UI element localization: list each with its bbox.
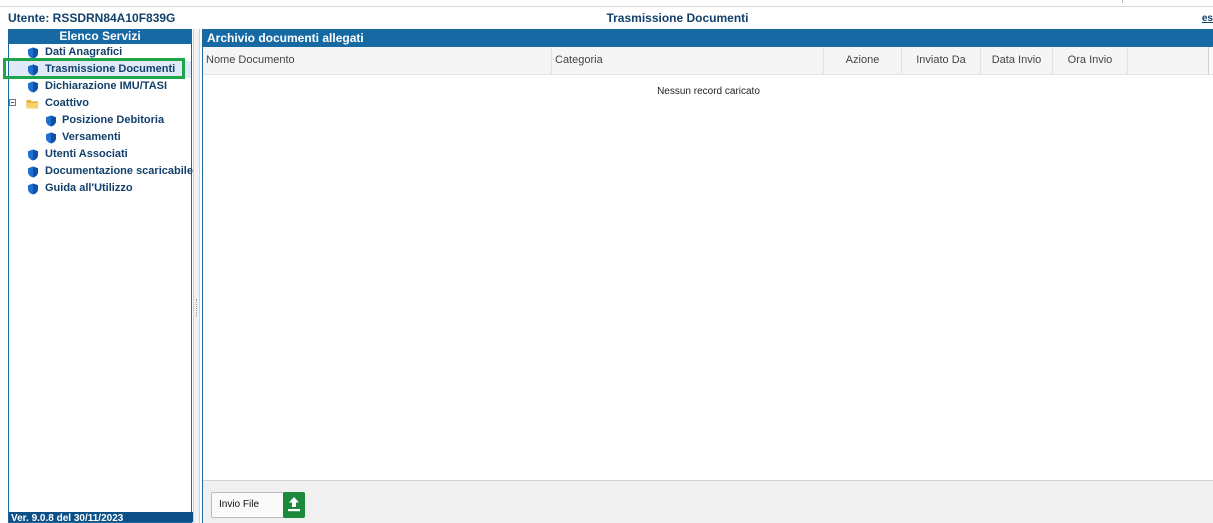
top-divider [0,6,1213,7]
shield-icon [28,81,38,93]
collapse-toggle-icon[interactable] [9,99,16,106]
sidebar: Elenco Servizi Dati Anagrafici Trasmissi… [3,29,193,523]
sidebar-item-label: Trasmissione Documenti [45,63,176,75]
sidebar-item-label: Versamenti [62,131,121,143]
service-menu: Dati Anagrafici Trasmissione Documenti D… [3,44,193,197]
shield-icon [28,183,38,195]
shield-icon [28,64,38,76]
upload-button-label: Invio File [219,499,260,510]
top-tick [1122,0,1123,3]
shield-icon [28,47,38,59]
sidebar-item-documentazione-scaricabile[interactable]: Documentazione scaricabile [9,163,193,180]
sidebar-item-label: Documentazione scaricabile [45,165,193,177]
sidebar-item-label: Dichiarazione IMU/TASI [45,80,168,92]
sidebar-item-label: Posizione Debitoria [62,114,165,126]
sidebar-item-label: Utenti Associati [45,148,128,160]
sidebar-item-label: Guida all'Utilizzo [45,182,133,194]
shield-icon [46,132,56,144]
top-bar: Utente: RSSDRN84A10F839G Trasmissione Do… [0,0,1213,27]
exit-link[interactable]: es [1202,13,1213,24]
sidebar-item-posizione-debitoria[interactable]: Posizione Debitoria [9,112,191,129]
column-header-inviato-da[interactable]: Inviato Da [902,47,981,74]
empty-table-message: Nessun record caricato [657,86,760,97]
sidebar-item-dichiarazione-imu-tasi[interactable]: Dichiarazione IMU/TASI [9,78,191,95]
folder-icon [26,100,39,109]
sidebar-item-dati-anagrafici[interactable]: Dati Anagrafici [9,44,191,61]
splitter-grip-icon [196,299,198,317]
user-label: Utente: RSSDRN84A10F839G [8,11,176,25]
sidebar-item-label: Coattivo [45,97,89,109]
sidebar-item-utenti-associati[interactable]: Utenti Associati [9,146,191,163]
upload-file-button[interactable]: Invio File [211,492,305,518]
column-header-azione[interactable]: Azione [824,47,902,74]
panel-title: Archivio documenti allegati [203,29,1213,47]
main-panel: Archivio documenti allegati Nome Documen… [202,29,1213,523]
panel-footer: Invio File [203,480,1213,523]
shield-icon [46,115,56,127]
column-header-categoria[interactable]: Categoria [552,47,824,74]
sidebar-title: Elenco Servizi [9,29,191,44]
table-scroll-edge [1208,47,1213,74]
shield-icon [28,166,38,178]
column-header-nome-documento[interactable]: Nome Documento [203,47,552,74]
page-title: Trasmissione Documenti [606,11,749,25]
documents-table-header: Nome Documento Categoria Azione Inviato … [203,47,1213,75]
panel-splitter[interactable] [193,29,200,523]
sidebar-item-guida-utilizzo[interactable]: Guida all'Utilizzo [9,180,191,197]
column-header-ora-invio[interactable]: Ora Invio [1053,47,1128,74]
sidebar-item-coattivo[interactable]: Coattivo [9,95,191,112]
shield-icon [28,149,38,161]
sidebar-item-versamenti[interactable]: Versamenti [9,129,191,146]
version-label: Ver. 9.0.8 del 30/11/2023 [9,512,193,522]
sidebar-item-trasmissione-documenti[interactable]: Trasmissione Documenti [3,58,191,79]
sidebar-item-label: Dati Anagrafici [45,46,123,58]
upload-icon [283,492,305,518]
column-header-data-invio[interactable]: Data Invio [981,47,1053,74]
